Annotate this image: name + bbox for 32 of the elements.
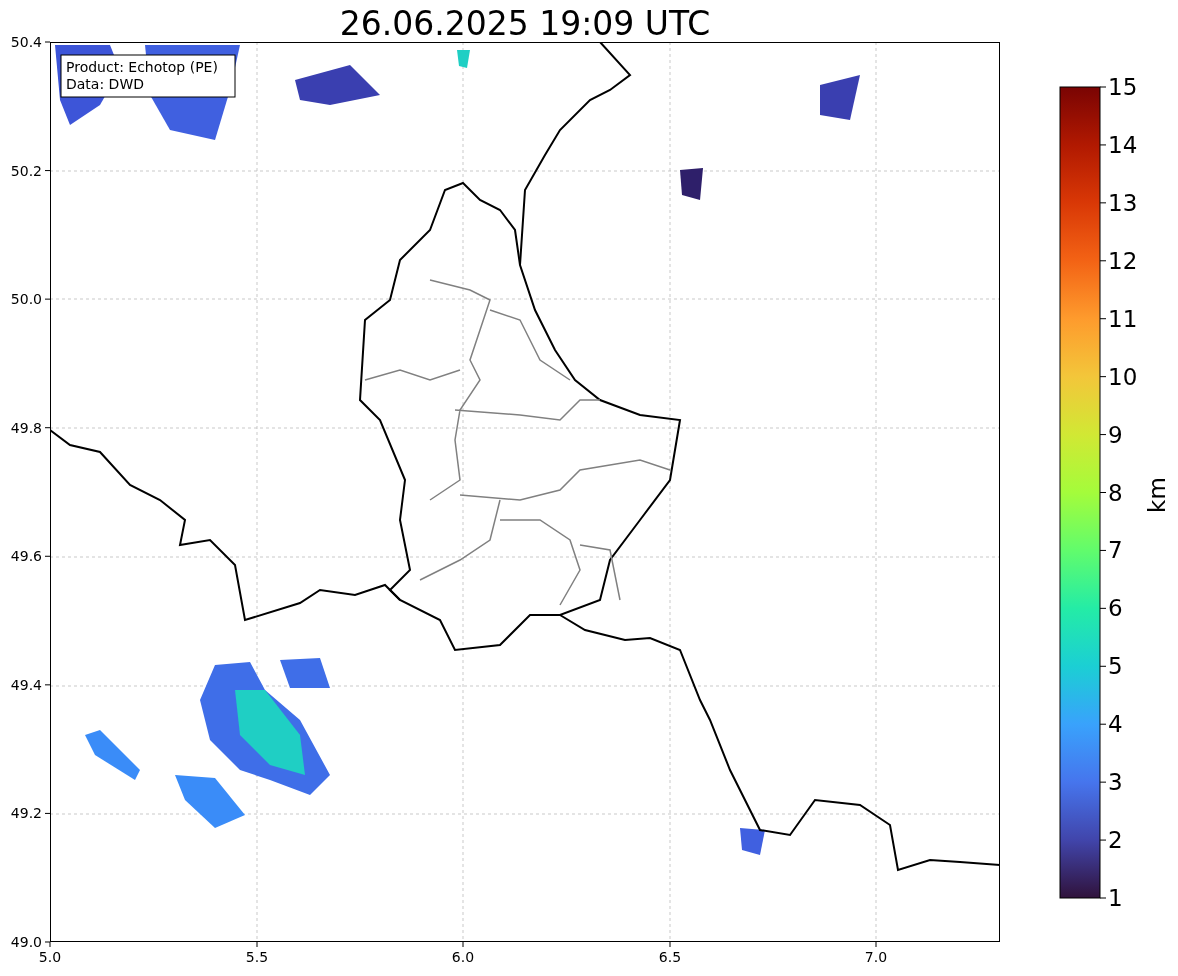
colorbar-tick-label: 1 <box>1108 885 1123 911</box>
y-tick-label: 49.6 <box>10 548 42 565</box>
x-tick-label: 5.5 <box>245 949 269 965</box>
colorbar-tick-label: 13 <box>1108 189 1138 216</box>
x-tick-label: 6.5 <box>658 949 682 965</box>
colorbar-tick-label: 8 <box>1108 479 1123 506</box>
y-tick-label: 49.8 <box>10 419 42 436</box>
colorbar-tick-label: 6 <box>1108 595 1123 622</box>
y-tick-label: 50.2 <box>10 162 42 179</box>
x-tick-label: 7.0 <box>864 949 888 965</box>
chart-title: 26.06.2025 19:09 UTC <box>339 4 711 43</box>
colorbar-tick-label: 3 <box>1108 769 1123 796</box>
y-tick-label: 50.4 <box>10 34 42 50</box>
x-tick-label: 6.0 <box>451 949 475 965</box>
y-tick-label: 49.0 <box>10 934 42 950</box>
colorbar-tick-label: 5 <box>1108 653 1123 680</box>
info-text: Data: DWD <box>66 76 144 92</box>
colorbar-tick-label: 14 <box>1108 131 1138 158</box>
colorbar-tick-label: 11 <box>1108 305 1138 332</box>
colorbar-tick-label: 12 <box>1108 247 1138 274</box>
x-tick-label: 5.0 <box>38 949 62 965</box>
info-text: Product: Echotop (PE) <box>66 59 218 75</box>
colorbar-tick-label: 4 <box>1108 711 1123 738</box>
colorbar-tick-label: 10 <box>1108 363 1138 390</box>
y-tick-label: 50.0 <box>10 291 42 308</box>
colorbar-tick-label: 7 <box>1108 537 1123 564</box>
colorbar-tick-label: 15 <box>1108 74 1138 100</box>
colorbar-tick-label: 9 <box>1108 421 1123 448</box>
y-tick-label: 49.2 <box>10 805 42 822</box>
y-tick-label: 49.4 <box>10 676 42 693</box>
colorbar-tick-label: 2 <box>1108 827 1123 854</box>
colorbar-label: km <box>1144 477 1170 513</box>
